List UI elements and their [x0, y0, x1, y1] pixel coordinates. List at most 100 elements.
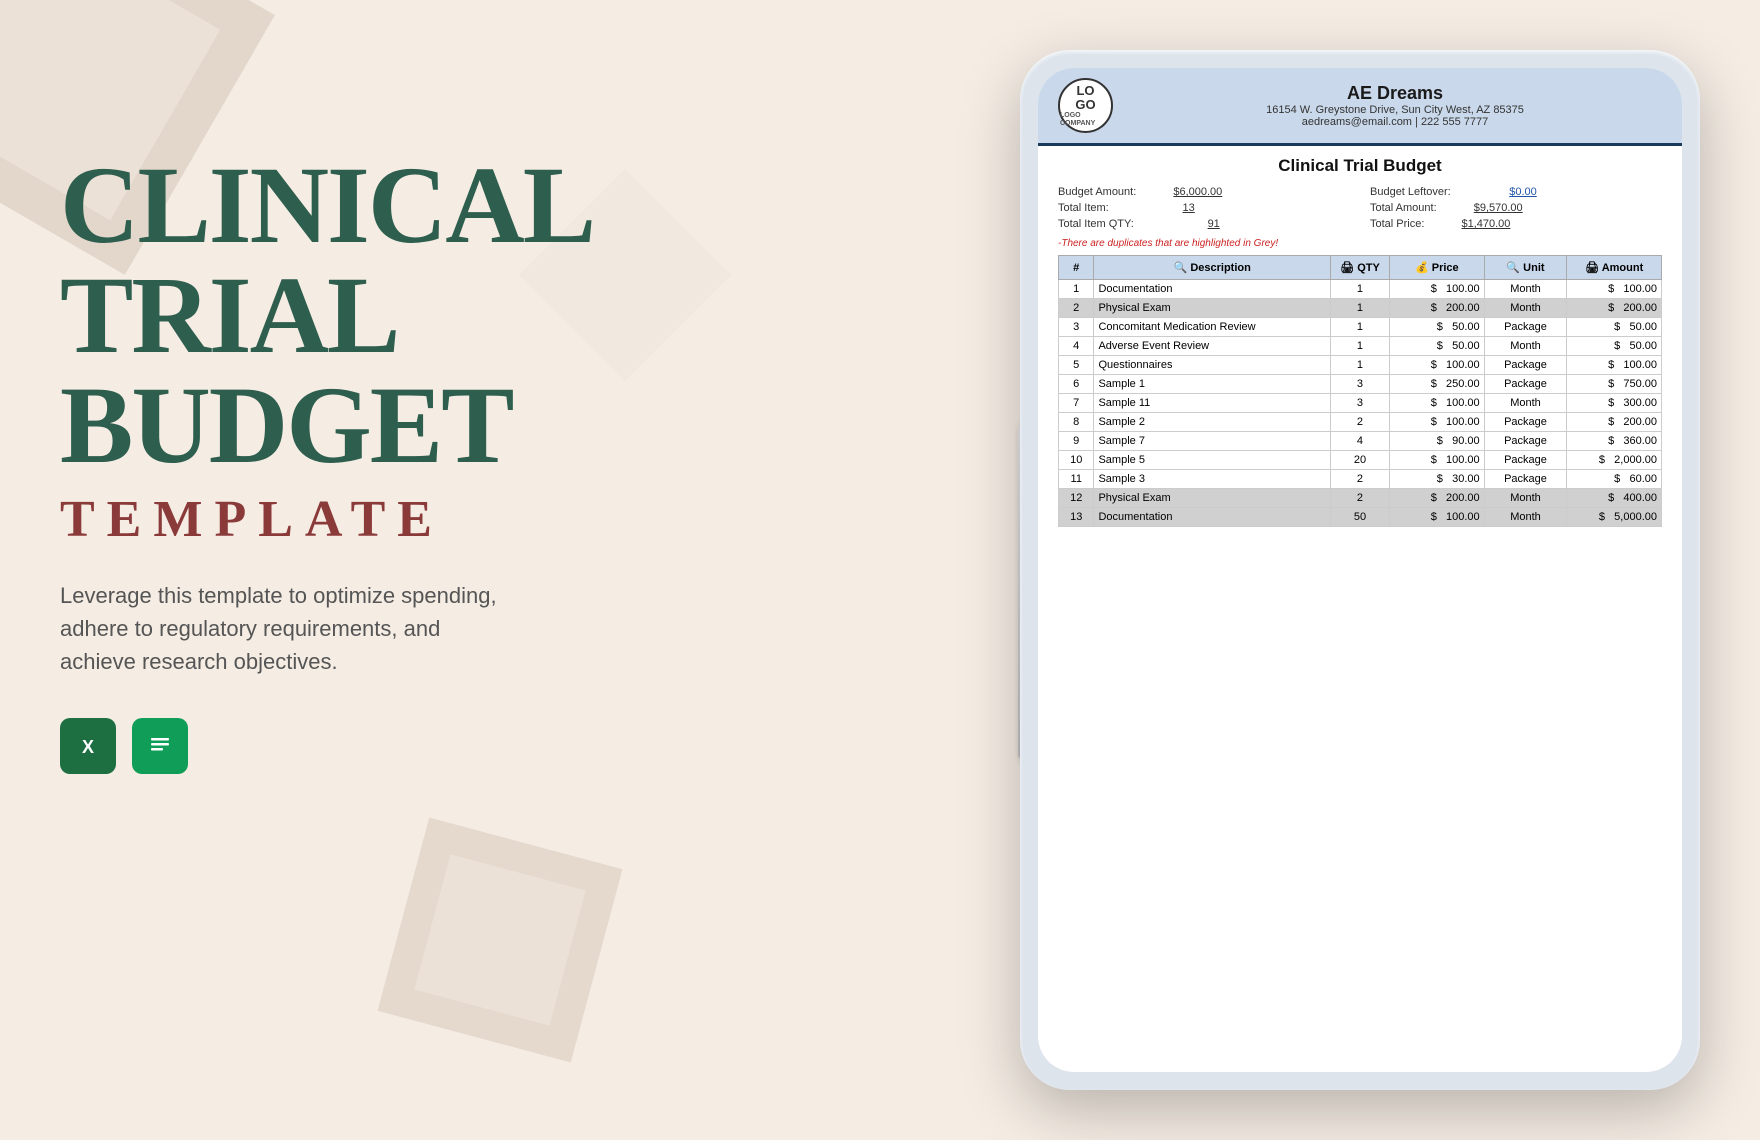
cell-qty: 1 [1330, 280, 1389, 299]
amount-icon: 🖨 [1585, 262, 1599, 274]
cell-desc: Physical Exam [1094, 489, 1330, 508]
th-price: 💰 Price [1390, 256, 1485, 280]
company-contact: aedreams@email.com | 222 555 7777 [1128, 116, 1662, 128]
cell-desc: Sample 3 [1094, 470, 1330, 489]
doc-title: Clinical Trial Budget [1058, 156, 1662, 176]
budget-table: # 🔍 Description 🖨 QTY 💰 Price [1058, 255, 1662, 527]
table-row: 10 Sample 5 20 $ 100.00 Package $ 2,000.… [1059, 451, 1662, 470]
main-title: CLINICAL TRIAL BUDGET [60, 150, 620, 480]
cell-price: $ 100.00 [1390, 451, 1485, 470]
total-qty-row: Total Item QTY: 91 [1058, 218, 1350, 230]
cell-amount: $ 5,000.00 [1567, 508, 1662, 527]
price-icon: 💰 [1415, 262, 1429, 274]
total-amount-row: Total Amount: $9,570.00 [1370, 202, 1662, 214]
cell-unit: Package [1484, 432, 1567, 451]
excel-icon[interactable]: X [60, 718, 116, 774]
cell-qty: 2 [1330, 413, 1389, 432]
cell-qty: 1 [1330, 318, 1389, 337]
budget-amount-row: Budget Amount: $6,000.00 [1058, 186, 1350, 198]
cell-price: $ 100.00 [1390, 394, 1485, 413]
cell-price: $ 100.00 [1390, 413, 1485, 432]
company-address: 16154 W. Greystone Drive, Sun City West,… [1128, 104, 1662, 116]
th-amount: 🖨 Amount [1567, 256, 1662, 280]
logo-box: LO GO LOGO COMPANY [1058, 78, 1113, 133]
cell-qty: 3 [1330, 394, 1389, 413]
cell-qty: 2 [1330, 489, 1389, 508]
table-row: 9 Sample 7 4 $ 90.00 Package $ 360.00 [1059, 432, 1662, 451]
cell-price: $ 100.00 [1390, 508, 1485, 527]
cell-amount: $ 200.00 [1567, 299, 1662, 318]
cell-amount: $ 300.00 [1567, 394, 1662, 413]
cell-price: $ 50.00 [1390, 337, 1485, 356]
cell-qty: 1 [1330, 337, 1389, 356]
table-row: 13 Documentation 50 $ 100.00 Month $ 5,0… [1059, 508, 1662, 527]
cell-desc: Documentation [1094, 508, 1330, 527]
qty-icon: 🖨 [1340, 262, 1354, 274]
cell-unit: Package [1484, 470, 1567, 489]
doc-body: Clinical Trial Budget Budget Amount: $6,… [1038, 146, 1682, 1072]
cell-unit: Month [1484, 489, 1567, 508]
company-header: LO GO LOGO COMPANY AE Dreams 16154 W. Gr… [1038, 68, 1682, 146]
cell-unit: Package [1484, 375, 1567, 394]
cell-qty: 4 [1330, 432, 1389, 451]
cell-unit: Package [1484, 318, 1567, 337]
cell-amount: $ 50.00 [1567, 318, 1662, 337]
cell-num: 13 [1059, 508, 1094, 527]
cell-qty: 20 [1330, 451, 1389, 470]
cell-num: 2 [1059, 299, 1094, 318]
cell-unit: Month [1484, 299, 1567, 318]
cell-desc: Sample 7 [1094, 432, 1330, 451]
cell-price: $ 100.00 [1390, 356, 1485, 375]
sub-title: TEMPLATE [60, 490, 620, 549]
duplicate-notice: -There are duplicates that are highlight… [1058, 238, 1662, 249]
description-text: Leverage this template to optimize spend… [60, 579, 500, 678]
table-row: 6 Sample 1 3 $ 250.00 Package $ 750.00 [1059, 375, 1662, 394]
svg-text:X: X [82, 737, 94, 757]
cell-qty: 50 [1330, 508, 1389, 527]
cell-num: 6 [1059, 375, 1094, 394]
search-icon: 🔍 [1174, 262, 1188, 274]
cell-unit: Month [1484, 508, 1567, 527]
cell-unit: Month [1484, 280, 1567, 299]
tablet: LO GO LOGO COMPANY AE Dreams 16154 W. Gr… [1020, 50, 1700, 1090]
th-unit: 🔍 Unit [1484, 256, 1567, 280]
cell-amount: $ 60.00 [1567, 470, 1662, 489]
table-row: 11 Sample 3 2 $ 30.00 Package $ 60.00 [1059, 470, 1662, 489]
cell-price: $ 200.00 [1390, 489, 1485, 508]
app-icons: X [60, 718, 620, 774]
cell-num: 10 [1059, 451, 1094, 470]
cell-amount: $ 50.00 [1567, 337, 1662, 356]
cell-amount: $ 2,000.00 [1567, 451, 1662, 470]
cell-price: $ 250.00 [1390, 375, 1485, 394]
table-row: 12 Physical Exam 2 $ 200.00 Month $ 400.… [1059, 489, 1662, 508]
table-row: 3 Concomitant Medication Review 1 $ 50.0… [1059, 318, 1662, 337]
cell-unit: Month [1484, 337, 1567, 356]
unit-icon: 🔍 [1506, 262, 1520, 274]
cell-amount: $ 360.00 [1567, 432, 1662, 451]
company-info: AE Dreams 16154 W. Greystone Drive, Sun … [1128, 83, 1662, 128]
document-content: LO GO LOGO COMPANY AE Dreams 16154 W. Gr… [1038, 68, 1682, 1072]
cell-amount: $ 200.00 [1567, 413, 1662, 432]
cell-desc: Sample 11 [1094, 394, 1330, 413]
sheets-icon[interactable] [132, 718, 188, 774]
cell-num: 7 [1059, 394, 1094, 413]
cell-price: $ 30.00 [1390, 470, 1485, 489]
cell-price: $ 50.00 [1390, 318, 1485, 337]
table-row: 8 Sample 2 2 $ 100.00 Package $ 200.00 [1059, 413, 1662, 432]
cell-price: $ 100.00 [1390, 280, 1485, 299]
cell-desc: Questionnaires [1094, 356, 1330, 375]
cell-amount: $ 100.00 [1567, 356, 1662, 375]
cell-num: 1 [1059, 280, 1094, 299]
cell-desc: Documentation [1094, 280, 1330, 299]
cell-unit: Package [1484, 413, 1567, 432]
table-row: 1 Documentation 1 $ 100.00 Month $ 100.0… [1059, 280, 1662, 299]
th-qty: 🖨 QTY [1330, 256, 1389, 280]
cell-qty: 1 [1330, 356, 1389, 375]
cell-desc: Physical Exam [1094, 299, 1330, 318]
summary-grid: Budget Amount: $6,000.00 Budget Leftover… [1058, 186, 1662, 230]
cell-num: 8 [1059, 413, 1094, 432]
cell-qty: 3 [1330, 375, 1389, 394]
cell-desc: Adverse Event Review [1094, 337, 1330, 356]
th-num: # [1059, 256, 1094, 280]
th-description: 🔍 Description [1094, 256, 1330, 280]
